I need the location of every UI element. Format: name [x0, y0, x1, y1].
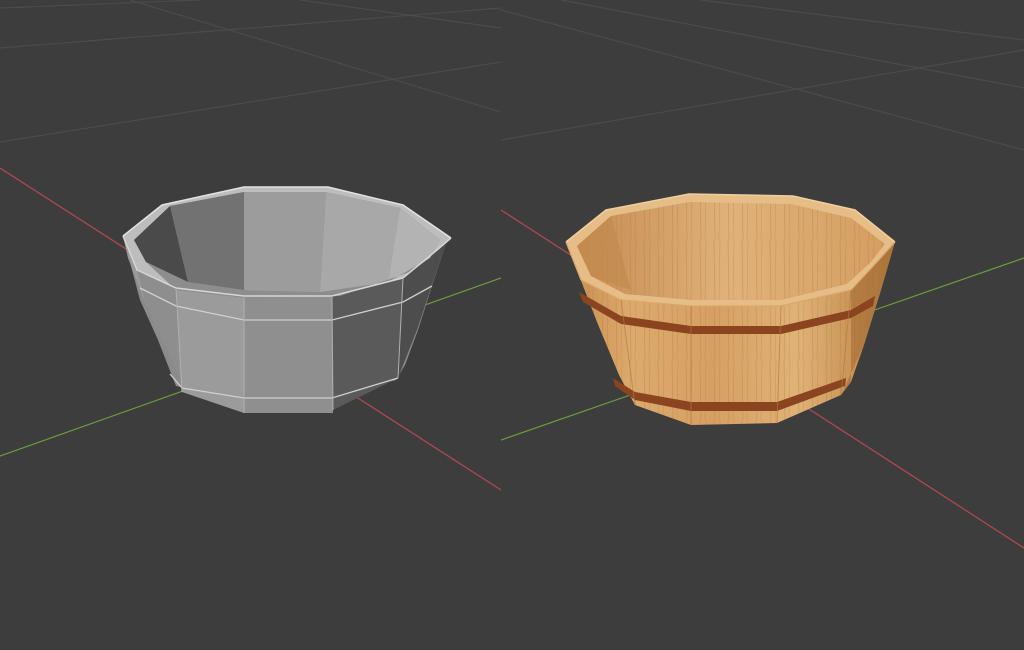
viewport-solid[interactable] — [0, 0, 501, 650]
tub-icon[interactable] — [122, 186, 452, 413]
tub-icon[interactable] — [565, 193, 896, 425]
floor-grid — [0, 0, 501, 143]
viewport-canvas[interactable] — [0, 0, 501, 650]
floor-grid — [501, 0, 1024, 151]
viewport-material-preview[interactable] — [501, 0, 1024, 650]
viewport-canvas[interactable] — [501, 0, 1024, 650]
